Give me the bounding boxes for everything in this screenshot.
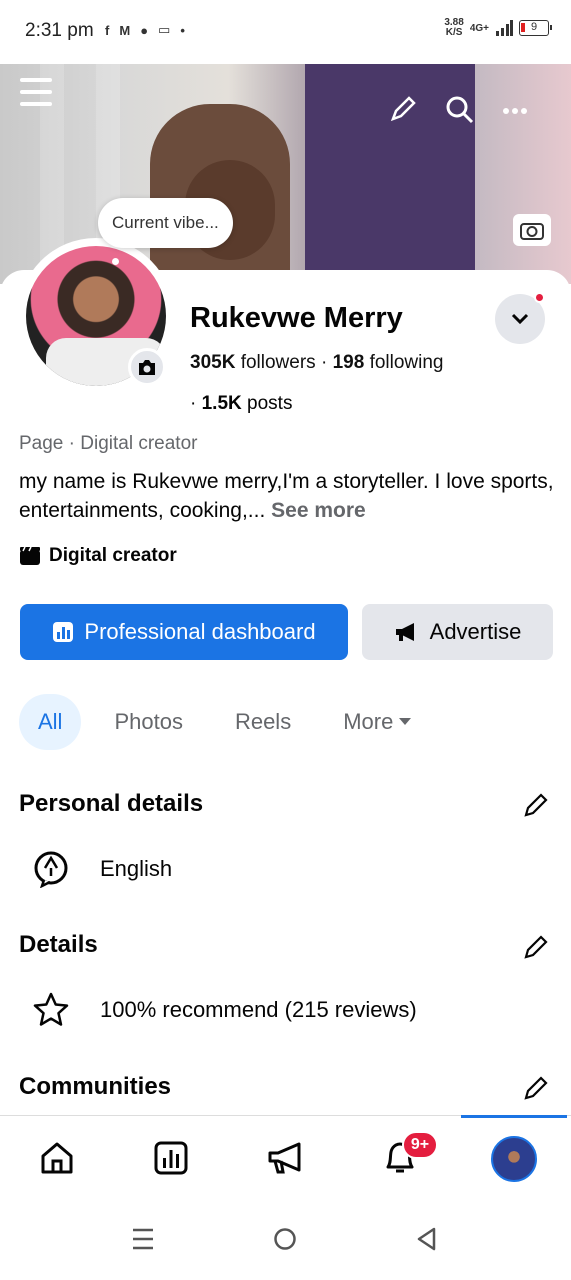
tab-all[interactable]: All xyxy=(19,694,82,750)
home-icon xyxy=(41,1142,73,1174)
recommend-value[interactable]: 100% recommend (215 reviews) xyxy=(100,997,417,1023)
stats-separator: · xyxy=(320,352,328,373)
page-type: Page · Digital creator xyxy=(19,433,198,454)
posts-count: 1.5K xyxy=(201,393,242,414)
more-options-icon[interactable] xyxy=(500,94,530,124)
notification-icons: f M ● ▭ • xyxy=(105,22,185,38)
back-icon[interactable] xyxy=(416,1227,438,1251)
edit-communities-icon[interactable] xyxy=(522,1074,550,1102)
star-icon xyxy=(33,992,69,1026)
profile-category: Digital creator xyxy=(19,545,177,567)
nav-profile-avatar[interactable] xyxy=(491,1136,537,1182)
advertise-label: Advertise xyxy=(429,619,522,644)
cover-camera-button[interactable] xyxy=(513,214,551,246)
network-speed: 3.88 K/S xyxy=(444,18,463,38)
megaphone-icon xyxy=(268,1142,301,1174)
home-button-icon[interactable] xyxy=(273,1227,297,1251)
notification-dot xyxy=(534,292,545,303)
profile-stats: 305K followers · 198 following xyxy=(190,352,444,374)
language-icon xyxy=(34,851,68,888)
nav-ads[interactable] xyxy=(266,1138,306,1178)
facebook-notif-icon: f xyxy=(105,22,110,38)
signal-icon xyxy=(496,20,513,36)
status-time: 2:31 pm xyxy=(25,20,94,41)
network-type: 4G+ xyxy=(469,22,489,34)
posts-prefix: · xyxy=(190,393,197,414)
followers-count[interactable]: 305K xyxy=(190,352,235,373)
profile-tabs: All Photos Reels More xyxy=(19,694,445,750)
caret-down-icon xyxy=(399,718,412,725)
language-row: English xyxy=(32,850,172,888)
megaphone-icon xyxy=(395,623,414,641)
current-vibe-bubble[interactable]: Current vibe... xyxy=(98,198,233,248)
advertise-button[interactable]: Advertise xyxy=(362,604,553,660)
profile-name: Rukevwe Merry xyxy=(190,302,403,334)
recents-icon[interactable] xyxy=(131,1227,155,1251)
status-right: 3.88 K/S 4G+ 9 xyxy=(444,18,552,38)
following-count[interactable]: 198 xyxy=(333,352,365,373)
language-value: English xyxy=(100,856,173,881)
battery-icon: 9 xyxy=(519,20,552,36)
tab-more-label: More xyxy=(343,709,394,734)
professional-dashboard-label: Professional dashboard xyxy=(84,619,316,644)
tab-reels[interactable]: Reels xyxy=(216,694,310,750)
bottom-nav xyxy=(0,1115,571,1195)
tab-more[interactable]: More xyxy=(324,694,431,750)
posts-label: posts xyxy=(247,393,293,414)
more-notif-dot-icon: • xyxy=(180,22,185,38)
bubble-tail xyxy=(112,258,119,265)
search-icon[interactable] xyxy=(444,94,474,124)
gmail-notif-icon: M xyxy=(119,22,131,38)
section-title-communities: Communities xyxy=(19,1073,172,1100)
dashboard-icon xyxy=(154,1141,188,1175)
chart-icon xyxy=(53,622,74,642)
edit-personal-details-icon[interactable] xyxy=(522,791,550,819)
section-title-personal-details: Personal details xyxy=(19,790,204,817)
avatar-camera-button[interactable] xyxy=(128,348,166,386)
nav-active-indicator xyxy=(461,1115,567,1118)
professional-dashboard-button[interactable]: Professional dashboard xyxy=(20,604,348,660)
system-nav xyxy=(0,1195,571,1280)
see-more-link[interactable]: See more xyxy=(271,499,366,522)
profile-bio: my name is Rukevwe merry,I'm a storytell… xyxy=(19,467,559,525)
camera-icon xyxy=(520,223,544,240)
notification-badge: 9+ xyxy=(402,1131,438,1159)
following-label[interactable]: following xyxy=(370,352,444,373)
chevron-down-icon xyxy=(511,313,529,325)
followers-label[interactable]: followers xyxy=(241,352,316,373)
edit-pencil-icon[interactable] xyxy=(388,94,418,124)
category-label: Digital creator xyxy=(49,545,177,566)
app-notif-icon: ▭ xyxy=(158,22,171,37)
menu-icon[interactable] xyxy=(20,78,56,112)
clapperboard-icon xyxy=(20,546,40,565)
section-title-details: Details xyxy=(19,931,98,958)
network-speed-unit: K/S xyxy=(445,27,463,38)
status-bar: 2:31 pm f M ● ▭ • 3.88 K/S 4G+ 9 xyxy=(0,0,571,64)
recommend-row: 100% recommend (215 reviews) xyxy=(32,991,417,1029)
nav-home[interactable] xyxy=(37,1138,77,1178)
tab-photos[interactable]: Photos xyxy=(95,694,202,750)
profile-posts: · 1.5K posts xyxy=(190,393,292,415)
message-notif-icon: ● xyxy=(140,22,149,38)
nav-dashboard[interactable] xyxy=(151,1138,191,1178)
edit-details-icon[interactable] xyxy=(522,933,550,961)
camera-icon xyxy=(139,359,155,375)
